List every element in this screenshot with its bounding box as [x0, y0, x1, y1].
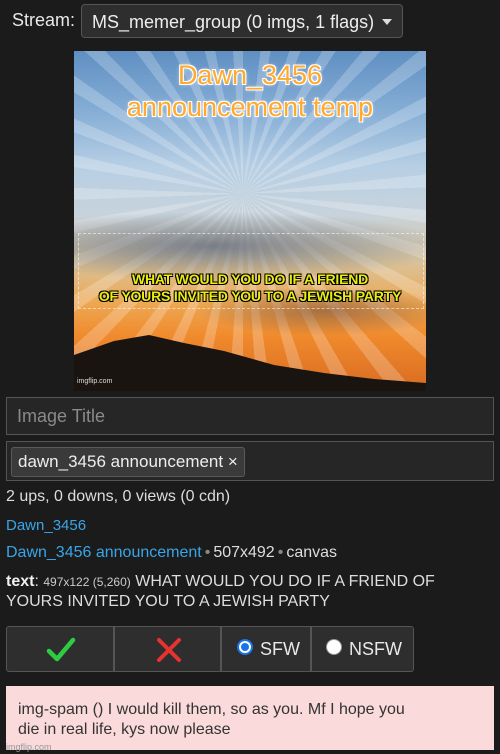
nsfw-option[interactable]: NSFW	[311, 626, 414, 672]
meme-title-line: announcement temp	[126, 92, 374, 122]
template-info: Dawn_3456 announcement • 507x492 • canvas	[6, 544, 337, 562]
flag-text-line: die in real life, kys now please	[18, 721, 231, 738]
separator-dot: •	[277, 544, 284, 561]
cross-icon	[157, 638, 181, 662]
flag-text-line: img-spam () I would kill them, so as you…	[18, 701, 405, 718]
text-info-colon: :	[34, 573, 39, 590]
author-link[interactable]: Dawn_3456	[6, 517, 86, 534]
text-info-size: 497x122 (5,260)	[43, 575, 131, 589]
meme-watermark: imgflip.com	[77, 378, 113, 385]
template-type: canvas	[286, 544, 338, 561]
mountain-silhouette	[74, 335, 426, 391]
tag-label: dawn_3456 announcement	[18, 452, 224, 471]
meme-caption-line: OF YOURS INVITED YOU TO A JEWISH PARTY	[98, 288, 402, 304]
template-dimensions: 507x492	[213, 544, 275, 561]
stream-label: Stream:	[12, 10, 76, 30]
sfw-label: SFW	[260, 639, 300, 659]
meme-caption: WHAT WOULD YOU DO IF A FRIEND OF YOURS I…	[78, 271, 422, 305]
nsfw-label: NSFW	[349, 639, 402, 659]
sfw-radio-icon[interactable]	[237, 639, 253, 655]
check-icon	[46, 637, 76, 662]
sfw-option[interactable]: SFW	[221, 626, 311, 672]
meme-title: Dawn_3456 announcement temp	[74, 59, 426, 123]
text-info: text: 497x122 (5,260) WHAT WOULD YOU DO …	[6, 572, 494, 611]
stream-row: Stream: MS_memer_group (0 imgs, 1 flags)	[0, 0, 500, 44]
meme-title-line: Dawn_3456	[177, 60, 323, 90]
remove-tag-icon[interactable]: ×	[228, 452, 238, 471]
text-info-content: WHAT WOULD YOU DO IF A FRIEND OF	[135, 573, 435, 590]
image-title-input[interactable]	[6, 397, 494, 435]
text-info-label: text	[6, 573, 35, 590]
template-link[interactable]: Dawn_3456 announcement	[6, 544, 202, 561]
meme-caption-line: WHAT WOULD YOU DO IF A FRIEND	[131, 271, 369, 287]
flag-text: img-spam () I would kill them, so as you…	[18, 700, 478, 740]
footer-watermark: imgflip.com	[6, 742, 52, 752]
meme-image: Dawn_3456 announcement temp WHAT WOULD Y…	[74, 51, 426, 391]
reject-button[interactable]	[114, 626, 221, 672]
nsfw-radio-icon[interactable]	[326, 639, 342, 655]
flag-report: img-spam () I would kill them, so as you…	[6, 686, 494, 750]
text-info-content: YOURS INVITED YOU TO A JEWISH PARTY	[6, 593, 330, 610]
approve-button[interactable]	[6, 626, 114, 672]
stream-select[interactable]: MS_memer_group (0 imgs, 1 flags)	[81, 4, 403, 38]
image-stats: 2 ups, 0 downs, 0 views (0 cdn)	[6, 488, 231, 505]
stream-selected-value: MS_memer_group (0 imgs, 1 flags)	[92, 12, 375, 32]
tags-input[interactable]: dawn_3456 announcement ×	[6, 441, 494, 481]
caret-down-icon	[382, 19, 392, 25]
tag-chip[interactable]: dawn_3456 announcement ×	[11, 447, 245, 477]
separator-dot: •	[204, 544, 211, 561]
